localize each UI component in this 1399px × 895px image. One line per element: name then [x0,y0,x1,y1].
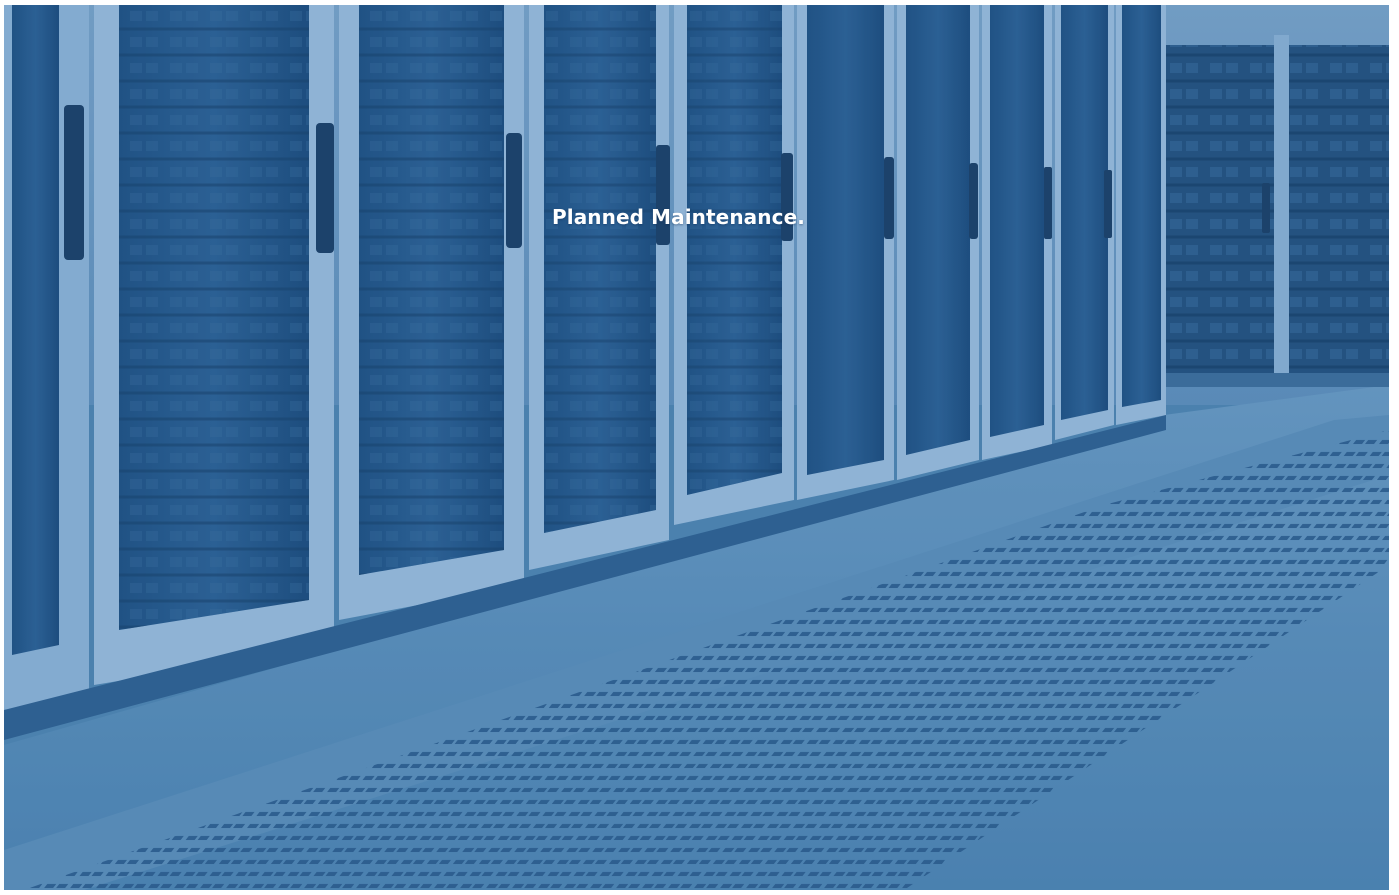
maintenance-page: Planned Maintenance. [4,5,1389,890]
page-headline: Planned Maintenance. [552,205,805,229]
server-room-background-image [4,5,1389,890]
